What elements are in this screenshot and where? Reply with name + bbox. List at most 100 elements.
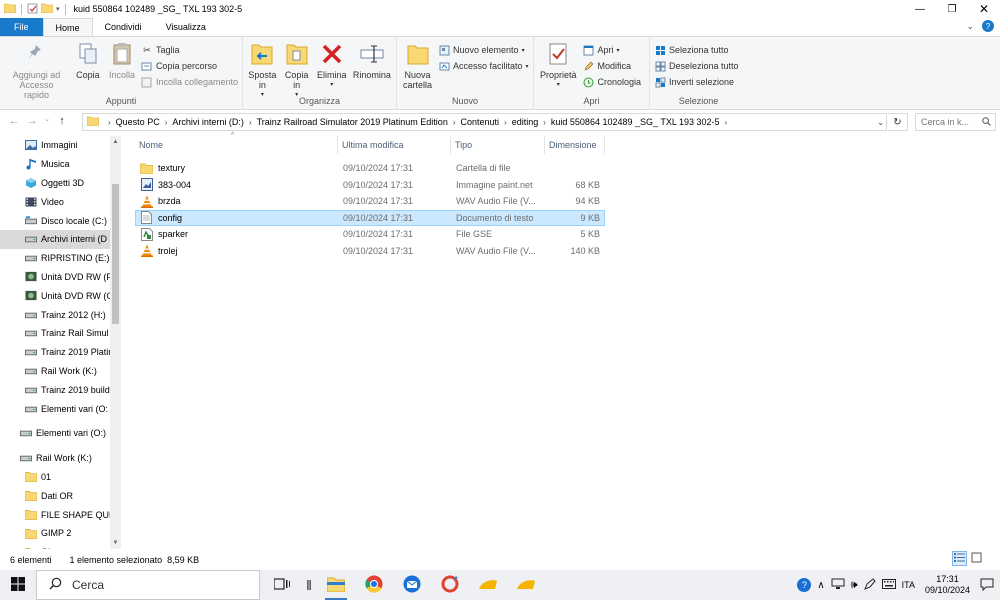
nav-item[interactable]: Archivi interni (D (0, 229, 121, 249)
edit-button[interactable]: Modifica (583, 59, 642, 73)
nav-item[interactable]: Giorno (0, 543, 121, 549)
nav-item[interactable]: GIMP 2 (0, 524, 121, 543)
chevron-right-icon[interactable]: › (725, 118, 728, 127)
nav-item[interactable]: Rail Work (K:) (0, 449, 121, 468)
file-row[interactable]: textury 09/10/2024 17:31 Cartella di file (135, 160, 605, 177)
breadcrumb-editing[interactable]: editing (512, 117, 539, 127)
nav-item[interactable]: 01 (0, 468, 121, 487)
trainz-app-2[interactable] (512, 570, 540, 600)
network-icon[interactable] (831, 578, 845, 592)
file-row[interactable]: brzda 09/10/2024 17:31 WAV Audio File (V..… (135, 193, 605, 210)
nav-item[interactable]: Dati OR (0, 486, 121, 505)
chrome-app[interactable] (360, 570, 388, 600)
file-row[interactable]: 383-004 09/10/2024 17:31 Immagine paint.ne… (135, 177, 605, 194)
file-explorer-app[interactable] (322, 570, 350, 600)
tab-view[interactable]: Visualizza (154, 18, 218, 36)
tab-file[interactable]: File (0, 18, 43, 36)
chevron-down-icon[interactable]: ▾ (56, 5, 60, 13)
drive-icon (25, 327, 37, 339)
breadcrumb-trainz[interactable]: Trainz Railroad Simulator 2019 Platinum … (257, 117, 448, 127)
column-header-name[interactable]: Nome (135, 136, 338, 154)
scroll-thumb[interactable] (112, 184, 119, 324)
open-button[interactable]: Apri ▾ (583, 43, 642, 57)
minimize-button[interactable]: — (904, 0, 936, 18)
task-view-button[interactable] (268, 570, 296, 600)
cut-button[interactable]: ✂ Taglia (141, 43, 238, 57)
forward-arrow-icon[interactable]: → (24, 115, 40, 127)
nav-item[interactable]: Disco locale (C:) (0, 211, 121, 230)
paste-shortcut-button[interactable]: Incolla collegamento (141, 75, 238, 89)
tab-home[interactable]: Home (42, 18, 93, 36)
scroll-down-icon[interactable]: ▼ (110, 537, 121, 549)
column-header-date[interactable]: Ultima modifica (338, 136, 451, 154)
ccleaner-app[interactable] (436, 570, 464, 600)
refresh-button[interactable]: ↻ (888, 113, 908, 131)
file-row[interactable]: config 09/10/2024 17:31 Documento di testo… (135, 209, 605, 226)
trainz-app[interactable] (474, 570, 502, 600)
close-button[interactable]: ✕ (968, 0, 1000, 18)
details-view-button[interactable] (952, 551, 967, 566)
help-icon[interactable]: ? (982, 20, 994, 32)
back-arrow-icon[interactable]: ← (6, 115, 22, 127)
select-all-button[interactable]: Seleziona tutto (654, 43, 739, 57)
address-bar[interactable]: › Questo PC › Archivi interni (D:) › Tra… (82, 113, 887, 131)
start-button[interactable] (0, 570, 36, 600)
volume-icon[interactable]: 🕪 (851, 579, 858, 592)
nav-item[interactable]: Immagini (0, 136, 121, 155)
large-icons-view-button[interactable] (969, 551, 984, 566)
nav-scrollbar[interactable]: ▲ ▼ (110, 136, 121, 549)
show-hidden-icons-icon[interactable]: ∧ (817, 580, 824, 591)
breadcrumb-this-pc[interactable]: Questo PC (116, 117, 160, 127)
chevron-down-icon[interactable]: ⌄ (966, 21, 974, 32)
maximize-button[interactable]: ❐ (936, 0, 968, 18)
taskbar-search[interactable]: Cerca (36, 570, 260, 600)
nav-item[interactable]: Elementi vari (O: (0, 399, 121, 418)
search-input[interactable]: Cerca in k... (915, 113, 996, 131)
chevron-right-icon[interactable]: › (543, 118, 546, 127)
nav-item[interactable]: Rail Work (K:) (0, 362, 121, 381)
new-item-button[interactable]: Nuovo elemento ▾ (438, 43, 529, 57)
scroll-up-icon[interactable]: ▲ (110, 136, 121, 148)
column-header-size[interactable]: Dimensione (545, 136, 605, 154)
keyboard-icon[interactable] (881, 579, 896, 591)
invert-selection-button[interactable]: Inverti selezione (654, 75, 739, 89)
chevron-down-icon[interactable]: ⌄ (877, 118, 884, 127)
notifications-icon[interactable] (980, 577, 994, 593)
file-row[interactable]: sparker 09/10/2024 17:31 File GSE 5 KB (135, 226, 605, 243)
nav-item[interactable]: Oggetti 3D (0, 174, 121, 193)
nav-item[interactable]: Elementi vari (O:) (0, 424, 121, 443)
pen-icon[interactable] (863, 578, 876, 592)
column-header-type[interactable]: Tipo (451, 136, 545, 154)
file-row[interactable]: trolej 09/10/2024 17:31 WAV Audio File (V.… (135, 243, 605, 260)
history-button[interactable]: Cronologia (583, 75, 641, 89)
breadcrumb-current-folder[interactable]: kuid 550864 102489 _SG_ TXL 193 302-5 (551, 117, 720, 127)
nav-item[interactable]: Unità DVD RW (G (0, 286, 121, 305)
up-arrow-icon[interactable]: ↑ (54, 115, 70, 127)
chevron-right-icon[interactable]: › (453, 118, 456, 127)
nav-item[interactable]: Video (0, 192, 121, 211)
properties-quick-icon[interactable] (27, 3, 38, 16)
tab-share[interactable]: Condividi (93, 18, 154, 36)
language-indicator[interactable]: ITA (902, 580, 915, 590)
chevron-right-icon[interactable]: › (249, 118, 252, 127)
clock[interactable]: 17:31 09/10/2024 (921, 574, 974, 596)
nav-item[interactable]: FILE SHAPE QUE (0, 505, 121, 524)
nav-item[interactable]: Trainz Rail Simul (0, 324, 121, 343)
new-folder-quick-icon[interactable] (40, 3, 54, 15)
copy-path-button[interactable]: Copia percorso (141, 59, 238, 73)
chevron-right-icon[interactable]: › (165, 118, 168, 127)
nav-item[interactable]: RIPRISTINO (E:) (0, 249, 121, 268)
breadcrumb-contenuti[interactable]: Contenuti (461, 117, 500, 127)
breadcrumb-drive-d[interactable]: Archivi interni (D:) (172, 117, 244, 127)
select-none-button[interactable]: Deseleziona tutto (654, 59, 739, 73)
nav-item[interactable]: Trainz 2012 (H:) (0, 305, 121, 324)
nav-item[interactable]: Musica (0, 155, 121, 174)
nav-item[interactable]: Trainz 2019 Platir (0, 343, 121, 362)
nav-item[interactable]: Trainz 2019 build (0, 380, 121, 399)
easy-access-button[interactable]: Accesso facilitato ▾ (438, 59, 529, 73)
recent-locations-chevron-icon[interactable]: ⌄ (42, 115, 52, 127)
nav-item[interactable]: Unità DVD RW (F (0, 268, 121, 287)
thunderbird-app[interactable] (398, 570, 426, 600)
help-tray-icon[interactable]: ? (797, 578, 812, 592)
chevron-right-icon[interactable]: › (504, 118, 507, 127)
